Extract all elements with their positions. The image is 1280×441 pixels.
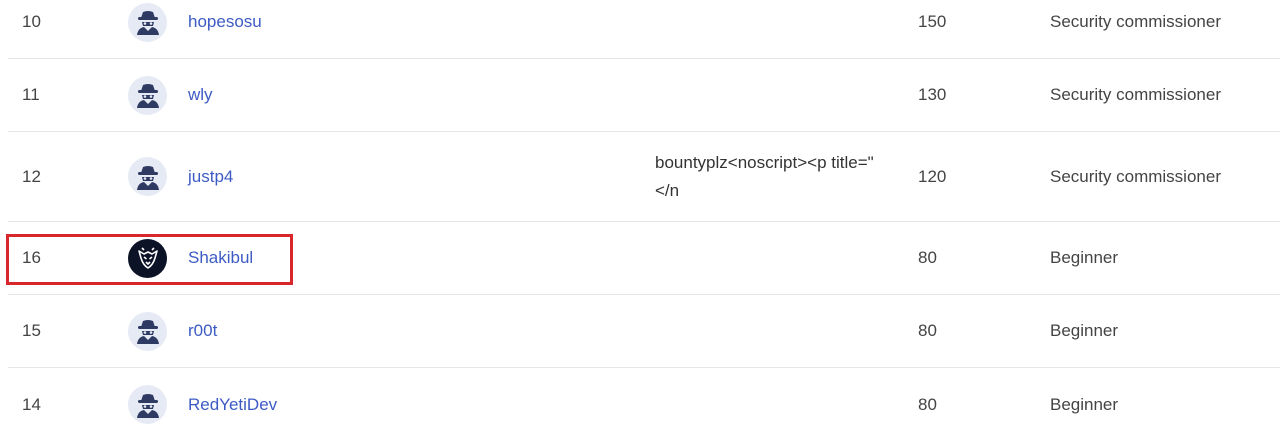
rank-title-cell: Security commissioner: [1050, 85, 1221, 104]
points-cell: 150: [918, 12, 947, 31]
user-avatar[interactable]: [128, 295, 167, 367]
points-cell: 80: [918, 248, 937, 267]
hacker-avatar-icon: [128, 311, 167, 351]
bio-cell: [655, 295, 885, 367]
user-avatar[interactable]: [128, 0, 167, 58]
rank-cell: 14: [22, 394, 41, 414]
table-row: 12 justp4 bountyplz<noscript><p title="<…: [8, 132, 1280, 222]
hacker-avatar-icon: [128, 385, 167, 424]
points-cell: 80: [918, 394, 937, 414]
user-avatar[interactable]: [128, 368, 167, 441]
rank-title-cell: Beginner: [1050, 248, 1119, 267]
table-row: 11 wly 130 Security commissioner: [8, 59, 1280, 132]
points-cell: 80: [918, 321, 937, 340]
bio-cell: [655, 222, 885, 294]
bio-cell: [655, 0, 885, 58]
highlight-box: [6, 234, 293, 285]
bio-cell: bountyplz<noscript><p title="</n: [655, 152, 874, 200]
points-cell: 120: [918, 166, 947, 186]
rank-title-cell: Beginner: [1050, 394, 1119, 414]
user-avatar[interactable]: [128, 59, 167, 131]
rank-cell: 15: [22, 321, 41, 340]
hacker-avatar-icon: [128, 75, 167, 115]
table-row: 14 RedYetiDev 80 Beginner: [8, 368, 1280, 441]
username-link[interactable]: wly: [188, 59, 213, 131]
username-link[interactable]: RedYetiDev: [188, 368, 277, 441]
rank-title-cell: Beginner: [1050, 321, 1119, 340]
rank-cell: 10: [22, 12, 41, 31]
rank-title-cell: Security commissioner: [1050, 166, 1221, 186]
username-link[interactable]: justp4: [188, 132, 233, 221]
username-link[interactable]: hopesosu: [188, 0, 262, 58]
user-avatar[interactable]: [128, 132, 167, 221]
points-cell: 130: [918, 85, 947, 104]
rank-title-cell: Security commissioner: [1050, 12, 1221, 31]
rank-cell: 11: [22, 85, 40, 104]
rank-cell: 12: [22, 166, 41, 186]
table-row: 10 hopesosu 150 Security commissioner: [8, 0, 1280, 59]
table-row: 15 r00t 80 Beginner: [8, 295, 1280, 368]
username-link[interactable]: r00t: [188, 295, 217, 367]
hacker-avatar-icon: [128, 2, 167, 42]
bio-cell: [655, 59, 885, 131]
bio-cell: [655, 368, 885, 441]
hacker-avatar-icon: [128, 157, 167, 196]
